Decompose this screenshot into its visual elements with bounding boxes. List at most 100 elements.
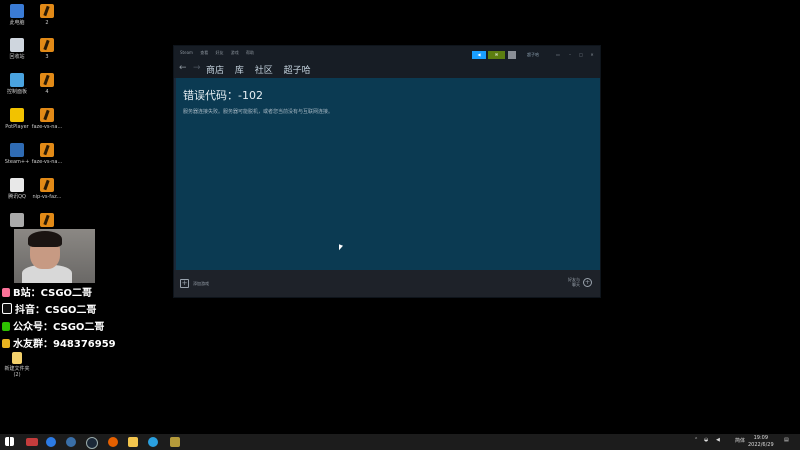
desktop-icon-steam-plus[interactable]: Steam++ (0, 143, 34, 165)
windows-start-icon[interactable] (5, 437, 14, 446)
desktop-icon-label: PotPlayer (5, 124, 29, 130)
tray-chevron-icon[interactable]: ⌃ (694, 437, 698, 443)
menu-item-games[interactable]: 游戏 (231, 50, 239, 55)
chat-label: 聊天 (572, 282, 580, 287)
nav-profile[interactable]: 超子哈 (284, 66, 311, 76)
desktop-icon-label: 腾讯QQ (8, 194, 26, 200)
menu-item-view[interactable]: 查看 (200, 50, 208, 55)
clock[interactable]: 19:09 2022/6/29 (748, 435, 774, 449)
user-name[interactable]: 超子哈 (519, 51, 547, 59)
overlay-line-douyin: 抖音：CSGO二哥 (2, 301, 96, 316)
title-bar: Steam 查看 好友 游戏 帮助 ◀ ✉ 超子哈 ▭ – □ ✕ (174, 46, 600, 60)
app-icon[interactable] (66, 437, 76, 447)
desktop-icon-csgo-2[interactable]: 2 (30, 4, 64, 26)
recycle-bin-icon (10, 38, 24, 52)
csgo-icon (40, 108, 54, 122)
desktop-icon-demo-1[interactable]: faze-vs-na... (30, 108, 64, 130)
menu-item-friends[interactable]: 好友 (215, 50, 223, 55)
overlay-line-wechat: 公众号：CSGO二哥 (2, 318, 104, 333)
desktop-icon-new-folder[interactable]: 新建文件夹 (2) (0, 352, 34, 378)
clock-time: 19:09 (753, 435, 769, 441)
error-page: 错误代码：-102 服务器连接失败。服务器可能脱机，或者您当前没有与互联网连接。 (176, 78, 600, 270)
network-icon[interactable]: ◒ (704, 437, 708, 443)
desktop-icon-label: 回收站 (9, 54, 25, 60)
desktop-icon-demo-3[interactable]: nip-vs-faz... (30, 178, 64, 200)
potplayer-icon (10, 108, 24, 122)
control-panel-icon (10, 73, 24, 87)
csgo-icon (40, 213, 54, 227)
nav-library[interactable]: 库 (235, 66, 244, 76)
qq-icon (10, 178, 24, 192)
plus-icon: + (180, 279, 189, 288)
friends-chat-button[interactable]: 好友与 聊天 + (568, 277, 592, 287)
csgo-icon (40, 4, 54, 18)
navigation-bar: ← → 商店 库 社区 超子哈 (174, 60, 600, 78)
steam-window: Steam 查看 好友 游戏 帮助 ◀ ✉ 超子哈 ▭ – □ ✕ ← → 商店… (174, 46, 600, 297)
app-icon (10, 213, 24, 227)
notification-icon[interactable]: ▤ (784, 437, 789, 443)
back-arrow-icon[interactable]: ← (179, 63, 187, 73)
nav-store[interactable]: 商店 (206, 66, 224, 76)
notification-button[interactable]: ✉ (488, 51, 505, 59)
desktop-icon-potplayer[interactable]: PotPlayer (0, 108, 34, 130)
menu-bar: Steam 查看 好友 游戏 帮助 (180, 50, 260, 56)
desktop-icon-label: (2) (13, 372, 21, 378)
overlay-line-group: 水友群：948376959 (2, 335, 116, 350)
maximize-button[interactable]: □ (577, 51, 585, 59)
desktop-icon-demo-4[interactable] (30, 213, 64, 229)
minimize-button[interactable]: – (566, 51, 574, 59)
browser-icon[interactable] (46, 437, 56, 447)
folder-icon (12, 352, 22, 364)
nav-community[interactable]: 社区 (255, 66, 273, 76)
steam-icon[interactable] (86, 437, 98, 449)
close-button[interactable]: ✕ (588, 51, 596, 59)
group-icon (2, 339, 10, 348)
desktop-icon-label: 控制面板 (6, 89, 27, 95)
forward-arrow-icon[interactable]: → (193, 63, 201, 73)
desktop-icon-csgo-3[interactable]: 3 (30, 38, 64, 60)
ime-indicator[interactable]: 简体 (735, 437, 745, 444)
file-explorer-icon[interactable] (128, 437, 138, 447)
csgo-icon (40, 38, 54, 52)
csgo-icon[interactable] (170, 437, 180, 447)
firefox-icon[interactable] (108, 437, 118, 447)
screenshot-icon[interactable]: ▭ (554, 51, 562, 59)
taskbar: ⌃ ◒ ◀ 简体 19:09 2022/6/29 ▤ (0, 434, 800, 450)
computer-icon (10, 4, 24, 18)
clock-date: 2022/6/29 (748, 442, 774, 448)
task-view-icon[interactable] (26, 438, 38, 446)
csgo-icon (40, 178, 54, 192)
desktop-icon-label: 2 (45, 20, 49, 26)
mouse-cursor-icon (339, 244, 343, 252)
menu-item-help[interactable]: 帮助 (246, 50, 254, 55)
csgo-icon (40, 143, 54, 157)
desktop-icon-label: 4 (45, 89, 49, 95)
desktop-icon-label: faze-vs-na... (31, 159, 63, 165)
person-hair (28, 231, 62, 247)
broadcast-button[interactable]: ◀ (472, 51, 486, 59)
csgo-icon (40, 73, 54, 87)
desktop-icon-app[interactable] (0, 213, 34, 229)
app-icon[interactable] (148, 437, 158, 447)
add-game-label: 添加游戏 (193, 280, 209, 286)
add-game-button[interactable]: + 添加游戏 (180, 279, 209, 288)
nav-links: 商店 库 社区 超子哈 (206, 63, 319, 76)
overlay-line-bilibili: B站：CSGO二哥 (2, 284, 92, 299)
webcam-feed (14, 229, 95, 283)
desktop-icon-recycle-bin[interactable]: 回收站 (0, 38, 34, 60)
desktop-icon-qq[interactable]: 腾讯QQ (0, 178, 34, 200)
desktop-icon-csgo-4[interactable]: 4 (30, 73, 64, 95)
desktop-icon-demo-2[interactable]: faze-vs-na... (30, 143, 64, 165)
error-title: 错误代码：-102 (183, 89, 263, 102)
steam-footer: + 添加游戏 好友与 聊天 + (174, 270, 600, 297)
volume-icon[interactable]: ◀ (716, 437, 720, 443)
menu-item-steam[interactable]: Steam (180, 50, 193, 55)
desktop-icon-label: 3 (45, 54, 49, 60)
desktop-icon-computer[interactable]: 此电脑 (0, 4, 34, 26)
plus-circle-icon: + (583, 277, 592, 287)
avatar[interactable] (508, 51, 516, 59)
desktop-icon-control-panel[interactable]: 控制面板 (0, 73, 34, 95)
desktop-icon-label: nip-vs-faz... (32, 194, 62, 200)
wechat-icon (2, 322, 10, 331)
bilibili-icon (2, 288, 10, 297)
